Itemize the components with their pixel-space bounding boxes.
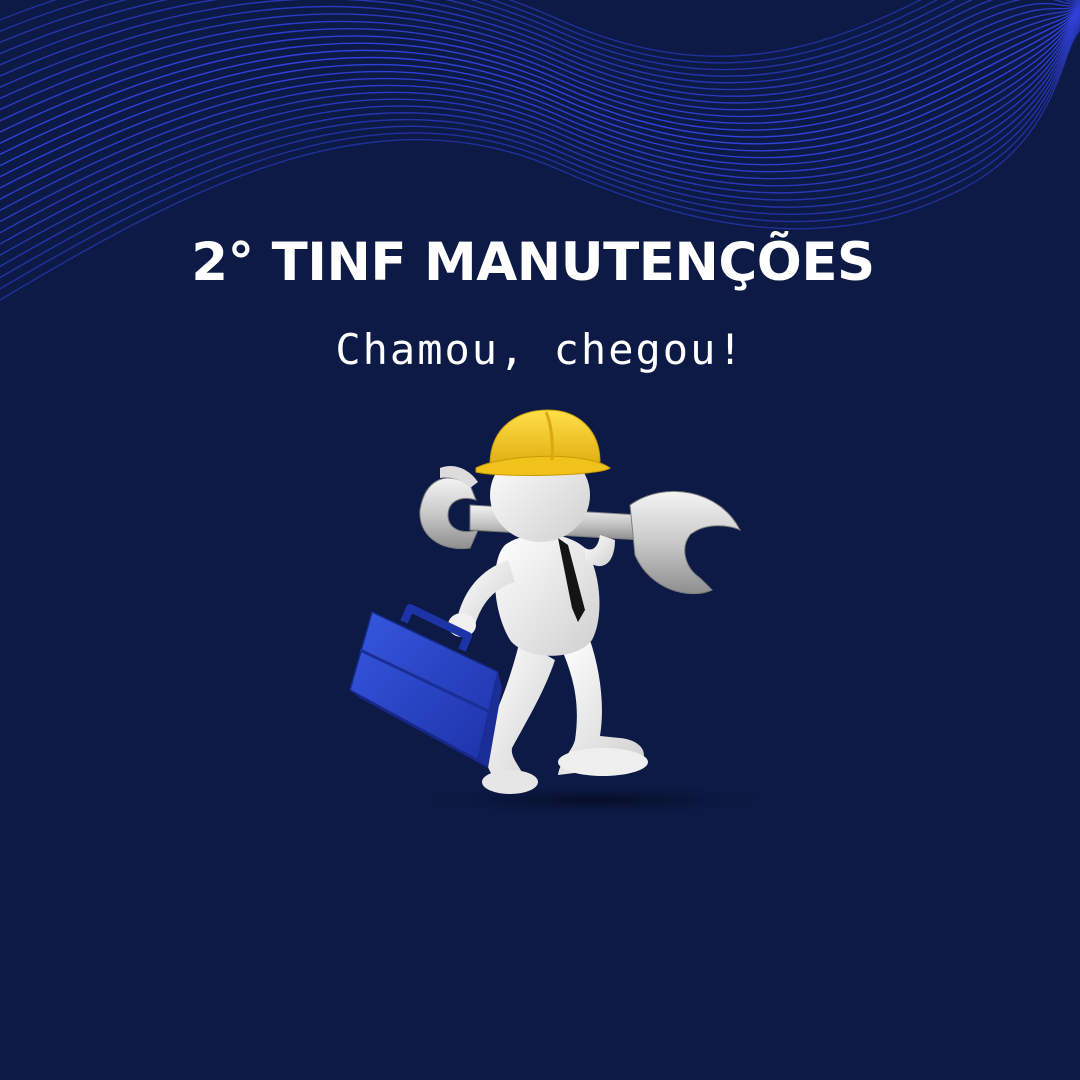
wave-line (0, 0, 1080, 104)
wave-line (0, 3, 1080, 122)
toolbox-icon (349, 604, 502, 768)
wave-line (0, 11, 1080, 178)
wave-line (0, 2, 1080, 111)
page-title: 2° TINF MANUTENÇÕES (191, 232, 875, 293)
hard-hat-icon (475, 409, 611, 476)
poster-canvas: 2° TINF MANUTENÇÕES Chamou, chegou! (0, 0, 1080, 1080)
maintenance-worker-illustration (349, 409, 760, 818)
page-subtitle: Chamou, chegou! (335, 325, 745, 374)
wave-line (0, 8, 1080, 156)
ground-shadow (385, 782, 760, 818)
